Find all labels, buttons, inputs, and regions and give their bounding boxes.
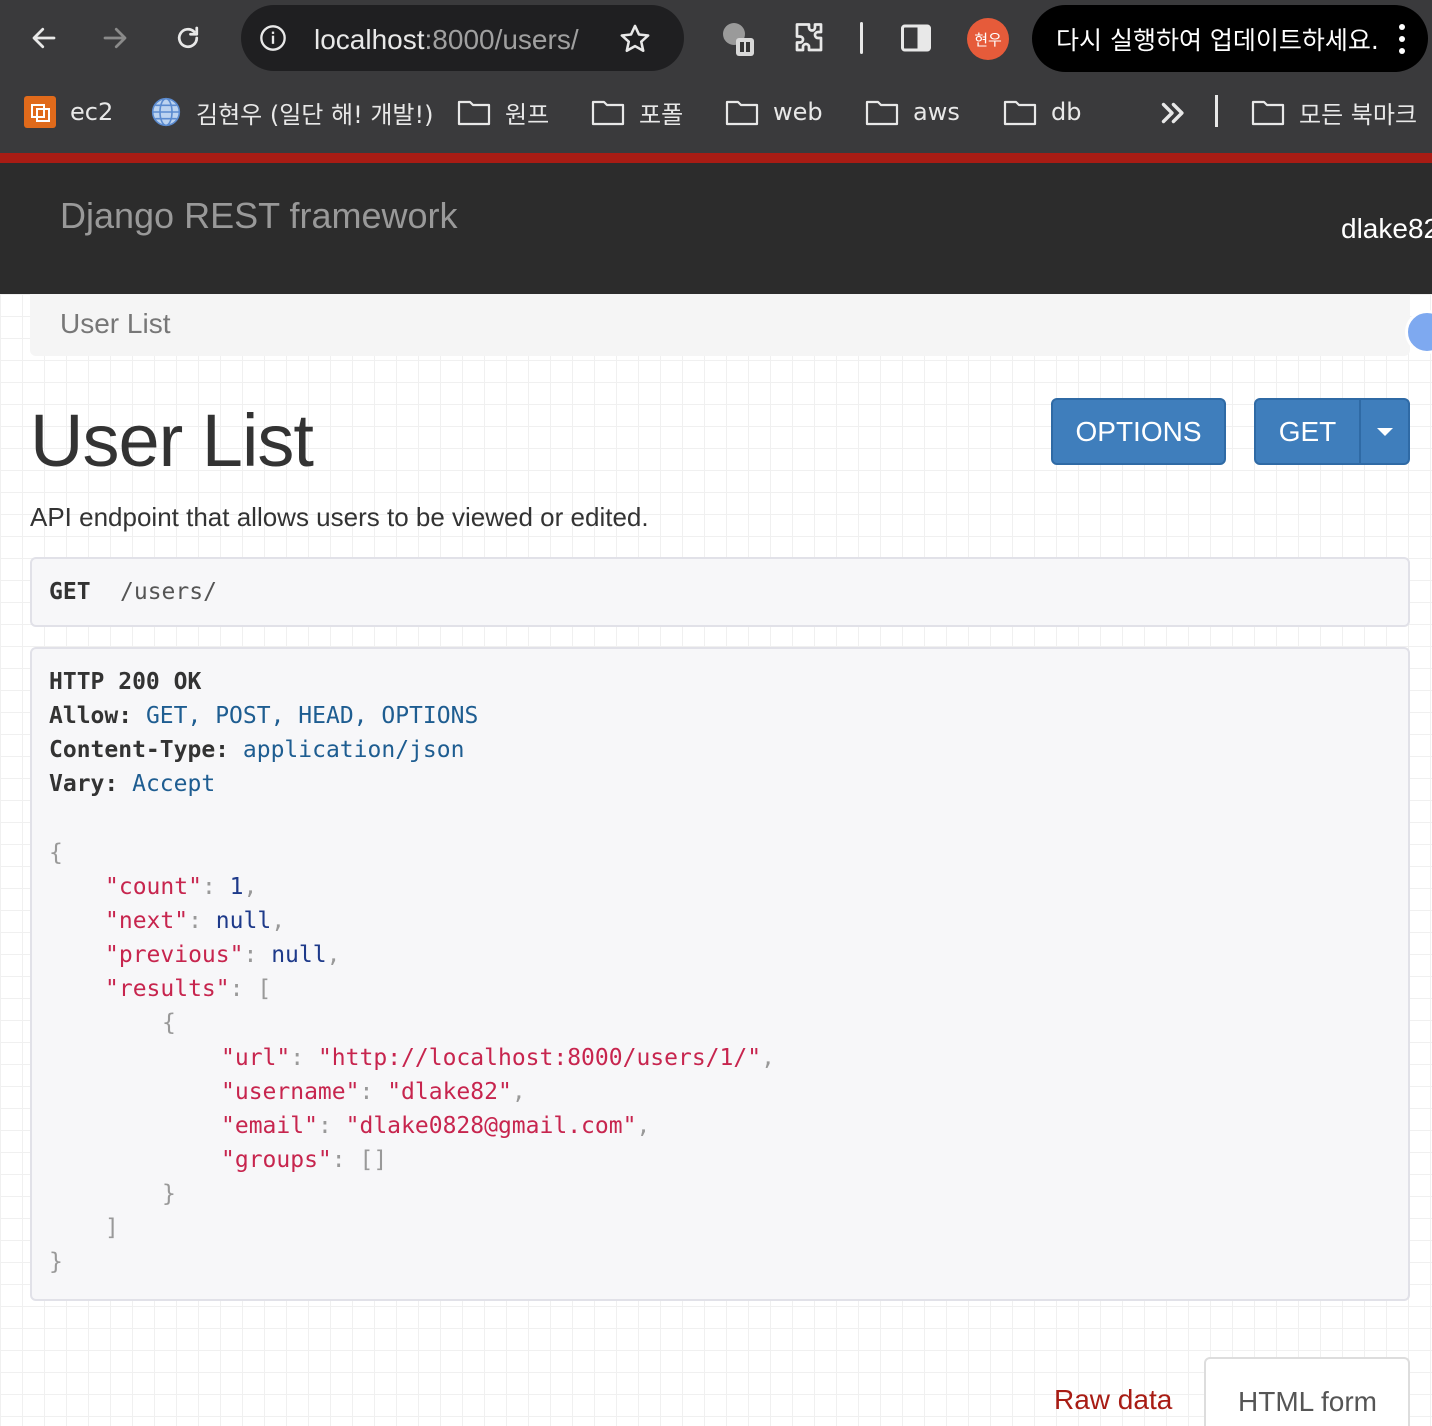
header-content-type: Content-Type: application/json: [49, 737, 465, 763]
json-object-open: {: [162, 1010, 176, 1036]
address-bar[interactable]: localhost:8000/users/: [241, 5, 684, 71]
forward-button[interactable]: [95, 18, 135, 58]
folder-icon: [1003, 100, 1037, 126]
json-close-brace: }: [49, 1249, 63, 1275]
options-button[interactable]: OPTIONS: [1051, 398, 1226, 465]
folder-icon: [1251, 100, 1285, 126]
json-previous: "previous": null,: [105, 942, 341, 968]
folder-icon: [725, 100, 759, 126]
tab-raw-data[interactable]: Raw data: [1054, 1384, 1172, 1416]
bookmark-label: 원프: [505, 100, 550, 129]
bookmark-all-bookmarks[interactable]: 모든 북마크: [1251, 95, 1417, 129]
json-object-close: }: [162, 1181, 176, 1207]
bookmark-folder-wonpeu[interactable]: 원프: [457, 95, 549, 129]
bookmark-label: 모든 북마크: [1299, 100, 1418, 129]
bookmark-folder-popol[interactable]: 포폴: [591, 95, 683, 129]
json-email: "email": "dlake0828@gmail.com",: [221, 1113, 651, 1139]
browser-chrome: localhost:8000/users/ 현우 다시 실행하여 업데이트하세요…: [0, 0, 1432, 153]
bookmark-label: aws: [913, 98, 960, 126]
bookmark-label: 김현우 (일단 해! 개발!): [196, 100, 434, 129]
reload-icon: [177, 26, 199, 49]
bookmark-label: web: [773, 98, 823, 126]
arrow-right-icon: [103, 27, 127, 49]
json-open-brace: {: [49, 840, 63, 866]
profile-avatar[interactable]: 현우: [967, 18, 1009, 60]
request-path: /users/: [120, 579, 217, 605]
site-info-icon[interactable]: [259, 24, 287, 52]
drf-navbar: Django REST framework dlake82: [0, 163, 1432, 294]
header-allow: Allow: GET, POST, HEAD, OPTIONS: [49, 703, 479, 729]
page-content: User List User List OPTIONS GET API endp…: [0, 294, 1432, 1426]
get-button-group: GET: [1254, 398, 1410, 465]
back-button[interactable]: [24, 18, 64, 58]
update-button[interactable]: 다시 실행하여 업데이트하세요.: [1032, 5, 1428, 72]
get-button[interactable]: GET: [1254, 398, 1360, 465]
update-label: 다시 실행하여 업데이트하세요.: [1056, 25, 1379, 55]
more-vert-icon[interactable]: [1398, 23, 1406, 55]
json-count: "count": 1,: [105, 874, 258, 900]
page-title: User List: [30, 399, 314, 482]
bookmark-label: 포폴: [639, 100, 684, 129]
tab-html-form-label: HTML form: [1238, 1386, 1377, 1417]
response-status: HTTP 200 OK: [49, 669, 202, 695]
star-icon[interactable]: [618, 22, 652, 56]
json-groups: "groups": []: [221, 1147, 388, 1173]
bookmarks-divider: [1215, 95, 1218, 127]
tab-html-form[interactable]: HTML form: [1204, 1357, 1410, 1426]
folder-icon: [457, 100, 491, 126]
header-vary: Vary: Accept: [49, 771, 216, 797]
bookmark-folder-db[interactable]: db: [1003, 95, 1081, 129]
bookmark-blog[interactable]: 김현우 (일단 해! 개발!): [150, 95, 434, 129]
caret-down-icon: [1376, 427, 1393, 436]
chevron-double-right-icon[interactable]: [1155, 96, 1189, 130]
breadcrumb: User List: [30, 294, 1410, 356]
extension-puzzle-badge-icon[interactable]: [718, 20, 754, 56]
folder-icon: [591, 100, 625, 126]
bookmark-folder-web[interactable]: web: [725, 95, 823, 129]
url-text[interactable]: localhost:8000/users/: [314, 24, 579, 56]
json-array-close: ]: [105, 1215, 119, 1241]
bookmark-folder-aws[interactable]: aws: [865, 95, 960, 129]
bookmark-ec2[interactable]: ec2: [24, 95, 113, 129]
side-panel-icon[interactable]: [898, 20, 934, 56]
json-username: "username": "dlake82",: [221, 1079, 526, 1105]
response-info: HTTP 200 OK Allow: GET, POST, HEAD, OPTI…: [30, 647, 1410, 1301]
user-url-link[interactable]: "http://localhost:8000/users/1/": [318, 1045, 761, 1071]
bookmark-label: db: [1051, 98, 1082, 126]
brand-link[interactable]: Django REST framework: [60, 195, 457, 237]
aws-ec2-icon: [24, 96, 56, 128]
json-next: "next": null,: [105, 908, 286, 934]
request-method: GET: [49, 579, 91, 605]
arrow-left-icon: [32, 27, 56, 49]
user-menu[interactable]: dlake82: [1341, 213, 1432, 245]
browser-toolbar: localhost:8000/users/ 현우 다시 실행하여 업데이트하세요…: [0, 0, 1432, 76]
folder-icon: [865, 100, 899, 126]
toolbar-divider: [860, 22, 863, 54]
json-url: "url": "http://localhost:8000/users/1/",: [221, 1045, 775, 1071]
accent-bar: [0, 153, 1432, 163]
globe-icon: [151, 97, 181, 127]
endpoint-description: API endpoint that allows users to be vie…: [30, 502, 649, 532]
request-info: GET /users/: [30, 557, 1410, 627]
bookmark-label: ec2: [70, 98, 114, 126]
get-format-dropdown[interactable]: [1359, 398, 1410, 465]
url-host: localhost: [314, 24, 425, 55]
breadcrumb-current: User List: [60, 308, 171, 339]
extensions-icon[interactable]: [791, 20, 827, 56]
url-path: :8000/users/: [424, 24, 579, 55]
reload-button[interactable]: [168, 18, 208, 58]
json-results: "results": [: [105, 976, 272, 1002]
